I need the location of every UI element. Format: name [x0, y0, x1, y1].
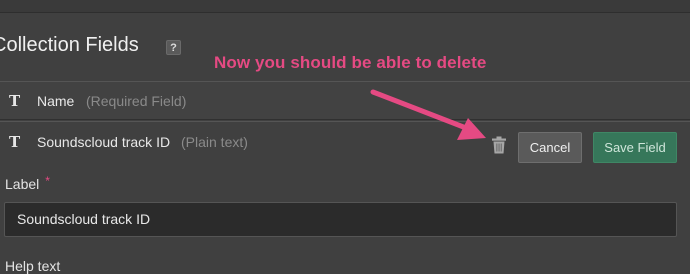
field-type-hint: (Required Field) — [86, 93, 187, 109]
field-row-name[interactable]: T Name (Required Field) — [0, 81, 690, 120]
required-marker: * — [45, 174, 50, 188]
text-type-icon: T — [9, 92, 21, 110]
label-input[interactable]: Soundscloud track ID — [4, 202, 677, 237]
cancel-button[interactable]: Cancel — [518, 132, 582, 163]
top-bar — [0, 0, 690, 13]
trash-icon[interactable] — [491, 136, 507, 154]
section-title: Collection Fields — [0, 34, 139, 56]
label-caption: Label * — [5, 174, 50, 192]
field-type-hint: (Plain text) — [181, 134, 248, 150]
field-name: Name — [37, 93, 75, 109]
field-row-soundcloud: T Soundscloud track ID (Plain text) — [0, 121, 690, 273]
field-name: Soundscloud track ID — [37, 134, 171, 150]
text-type-icon: T — [9, 133, 21, 151]
label-caption-text: Label — [5, 176, 40, 192]
save-field-button[interactable]: Save Field — [593, 132, 677, 163]
help-icon[interactable]: ? — [166, 40, 181, 55]
help-text-caption: Help text — [5, 258, 61, 274]
annotation-text: Now you should be able to delete — [214, 53, 487, 72]
